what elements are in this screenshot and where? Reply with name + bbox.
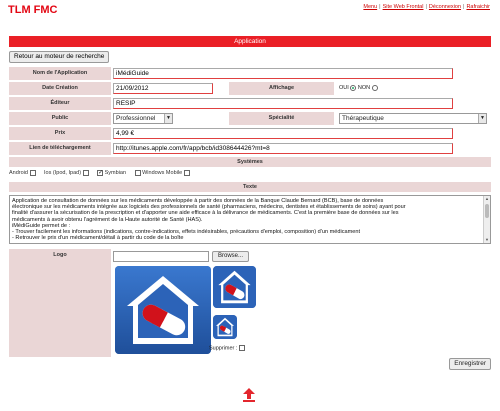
supprimer-checkbox[interactable] (238, 345, 245, 351)
public-selected: Professionnel (116, 115, 156, 122)
row-prix: Prix 4,99 € (9, 127, 491, 140)
specialite-select[interactable]: Thérapeutique ▼ (339, 113, 487, 124)
system-option-ios: Ios (Ipod, Ipad) (44, 170, 89, 176)
arrow-up-icon[interactable] (243, 388, 255, 402)
supprimer-option: Supprimer : (209, 345, 245, 351)
row-texte-header: Texte (9, 182, 491, 192)
row-editeur: Éditeur RESIP (9, 97, 491, 110)
lien-label: Lien de téléchargement (9, 142, 111, 155)
date-label: Date Création (9, 82, 111, 95)
nom-label: Nom de l'Application (9, 67, 111, 80)
affichage-non-radio[interactable] (371, 84, 378, 91)
specialite-label: Spécialité (229, 112, 334, 125)
logo-label: Logo (9, 249, 111, 357)
back-to-search-button[interactable]: Retour au moteur de recherche (9, 51, 110, 63)
prix-input[interactable]: 4,99 € (113, 128, 453, 139)
nom-input[interactable]: iMédiGuide (113, 68, 453, 79)
public-select[interactable]: Professionnel ▼ (113, 113, 173, 124)
application-form: Application Retour au moteur de recherch… (9, 36, 491, 370)
nav-menu-link[interactable]: Menu (363, 4, 377, 10)
android-checkbox[interactable] (29, 170, 36, 176)
editeur-input[interactable]: RESIP (113, 98, 453, 109)
windows-checkbox[interactable] (134, 170, 141, 176)
supprimer-label: Supprimer : (209, 345, 238, 352)
specialite-selected: Thérapeutique (342, 115, 384, 122)
nav-separator: | (425, 4, 427, 10)
systemes-options: Android Ios (Ipod, Ipad) ✓ Symbian Windo… (9, 170, 491, 176)
affichage-non-label: NON (357, 85, 371, 91)
row-lien: Lien de téléchargement http://itunes.app… (9, 142, 491, 155)
public-label: Public (9, 112, 111, 125)
texte-title: Texte (9, 182, 491, 192)
row-date: Date Création 21/09/2012 Affichage OUI N… (9, 82, 491, 95)
scroll-down-icon[interactable]: ▼ (484, 237, 490, 243)
prix-label: Prix (9, 127, 111, 140)
chevron-down-icon: ▼ (164, 114, 172, 123)
system-option-android: Android (9, 170, 36, 176)
affichage-oui-radio[interactable] (350, 84, 357, 91)
windows-label: Windows Mobile (142, 170, 183, 177)
systemes-title: Systèmes (9, 157, 491, 167)
logo-file-input[interactable] (113, 251, 209, 262)
row-systemes-header: Systèmes (9, 157, 491, 167)
form-actions: Enregistrer (9, 358, 491, 370)
description-scrollbar[interactable]: ▲ ▼ (483, 196, 490, 243)
pill-house-icon (115, 266, 211, 354)
logo-medium-image (213, 266, 256, 308)
site-title: TLM FMC (8, 4, 58, 16)
nav-site-web-link[interactable]: Site Web Frontal (383, 4, 424, 10)
affichage-label: Affichage (229, 82, 334, 95)
windows-extra-checkbox[interactable] (183, 170, 190, 176)
row-public: Public Professionnel ▼ Spécialité Thérape… (9, 112, 491, 125)
logo-large-image (115, 266, 211, 354)
nav-separator: | (379, 4, 381, 10)
chevron-down-icon: ▼ (478, 114, 486, 123)
row-nom: Nom de l'Application iMédiGuide (9, 67, 491, 80)
android-label: Android (9, 170, 28, 177)
nav-logout-link[interactable]: Déconnexion (429, 4, 461, 10)
save-button[interactable]: Enregistrer (449, 358, 491, 370)
top-navigation: Menu | Site Web Frontal | Déconnexion | Rafrai… (363, 4, 490, 10)
system-option-symbian: ✓ Symbian (97, 170, 126, 176)
logo-small-image (213, 315, 237, 339)
affichage-oui-label: OUI (339, 85, 349, 91)
symbian-label: Symbian (104, 170, 127, 177)
browse-button[interactable]: Browse... (212, 251, 249, 262)
scroll-thumb[interactable] (485, 204, 489, 218)
pill-house-icon (213, 266, 256, 308)
ios-checkbox[interactable] (82, 170, 89, 176)
section-header: Application (9, 36, 491, 47)
system-option-windows: Windows Mobile (134, 170, 190, 177)
scroll-up-icon[interactable]: ▲ (484, 196, 490, 202)
ios-label: Ios (Ipod, Ipad) (44, 170, 82, 177)
affichage-options: OUI NON (339, 82, 378, 95)
pill-house-icon (213, 315, 237, 339)
logo-section: Logo Browse... Supprimer: (9, 249, 491, 357)
nav-refresh-link[interactable]: Rafraichir (466, 4, 490, 10)
date-input[interactable]: 21/09/2012 (113, 83, 213, 94)
description-textarea[interactable]: Application de consultation de données s… (9, 195, 491, 244)
symbian-checkbox[interactable]: ✓ (97, 170, 103, 176)
nav-separator: | (463, 4, 465, 10)
lien-input[interactable]: http://itunes.apple.com/fr/app/bcb/id308… (113, 143, 453, 154)
description-line: - Retrouver le prix d'un médicament/déta… (12, 235, 184, 242)
editeur-label: Éditeur (9, 97, 111, 110)
